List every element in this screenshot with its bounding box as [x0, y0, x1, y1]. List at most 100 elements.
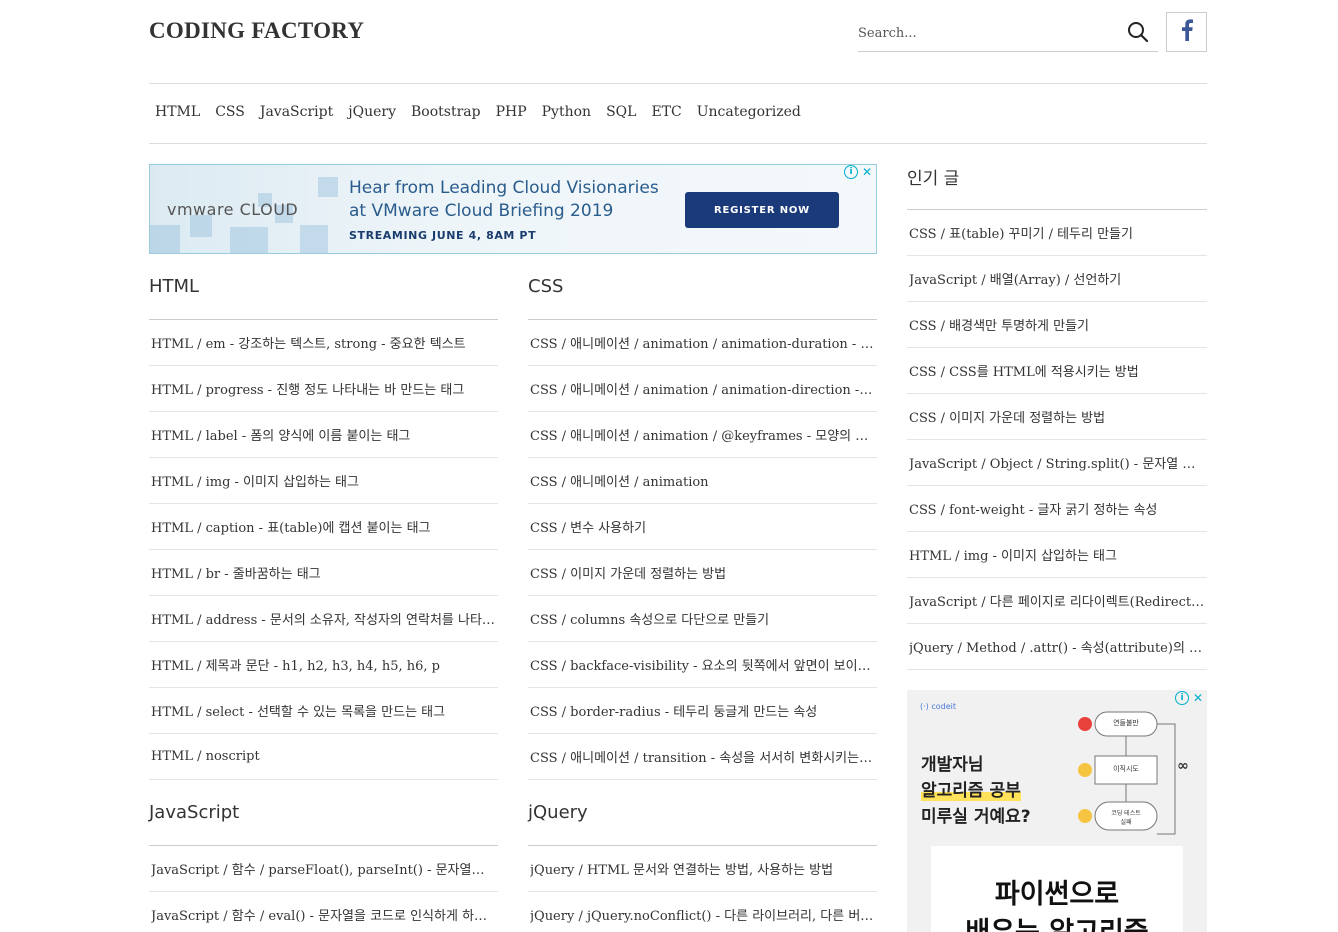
post-link[interactable]: HTML / caption - 표(table)에 캡션 붙이는 태그 [151, 517, 496, 536]
list-item: CSS / 이미지 가운데 정렬하는 방법 [528, 550, 877, 596]
list-item: CSS / 표(table) 꾸미기 / 테두리 만들기 [907, 210, 1207, 256]
post-link[interactable]: jQuery / jQuery.noConflict() - 다른 라이브러리,… [530, 905, 875, 924]
popular-post-link[interactable]: CSS / 배경색만 투명하게 만들기 [909, 315, 1205, 334]
list-item: HTML / em - 강조하는 텍스트, strong - 중요한 텍스트 [149, 320, 498, 366]
list-item: CSS / CSS를 HTML에 적용시키는 방법 [907, 348, 1207, 394]
section-html: HTML HTML / em - 강조하는 텍스트, strong - 중요한 … [149, 266, 498, 780]
list-item: CSS / 배경색만 투명하게 만들기 [907, 302, 1207, 348]
section-title[interactable]: JavaScript [149, 792, 498, 846]
nav-item-html[interactable]: HTML [149, 100, 206, 124]
nav-item-etc[interactable]: ETC [645, 100, 687, 124]
ad-card-line-2: 배우는 알고리즘 [931, 910, 1183, 932]
sidebar-ad[interactable]: (·) codeit i ✕ 개발자님 알고리즘 공부 미루실 거예요? 연들불… [907, 690, 1207, 932]
list-item: JavaScript / 다른 페이지로 리다이렉트(Redirect)하는 방… [907, 578, 1207, 624]
flow-step-1: 연들불만 [1113, 719, 1139, 727]
popular-post-link[interactable]: CSS / 이미지 가운데 정렬하는 방법 [909, 407, 1205, 426]
list-item: jQuery / Method / .attr() - 속성(attribute… [907, 624, 1207, 670]
list-item: HTML / img - 이미지 삽입하는 태그 [907, 532, 1207, 578]
list-item: jQuery / jQuery.noConflict() - 다른 라이브러리,… [528, 892, 877, 932]
ad-info-icon[interactable]: i [844, 165, 858, 179]
post-link[interactable]: CSS / 애니메이션 / animation / @keyframes - 모… [530, 425, 875, 444]
nav-item-javascript[interactable]: JavaScript [254, 100, 339, 124]
nav-divider [149, 143, 1207, 144]
list-item: CSS / 애니메이션 / transition - 속성을 서서히 변화시키는… [528, 734, 877, 780]
post-link[interactable]: HTML / em - 강조하는 텍스트, strong - 중요한 텍스트 [151, 333, 496, 352]
post-link[interactable]: JavaScript / 함수 / eval() - 문자열을 코드로 인식하게… [151, 905, 496, 924]
search-input[interactable] [858, 14, 1108, 48]
flow-step-2: 이직시도 [1113, 765, 1139, 773]
nav-item-uncategorized[interactable]: Uncategorized [691, 100, 807, 124]
ad-line-3: 미루실 거예요? [921, 807, 1031, 827]
section-javascript: JavaScript JavaScript / 함수 / parseFloat(… [149, 792, 498, 932]
list-item: CSS / 변수 사용하기 [528, 504, 877, 550]
vmware-logo: vmware CLOUD [167, 200, 299, 219]
nav-item-sql[interactable]: SQL [600, 100, 642, 124]
post-link[interactable]: CSS / 이미지 가운데 정렬하는 방법 [530, 563, 875, 582]
list-item: HTML / address - 문서의 소유자, 작성자의 연락처를 나타내는… [149, 596, 498, 642]
section-title[interactable]: HTML [149, 266, 498, 320]
post-link[interactable]: HTML / img - 이미지 삽입하는 태그 [151, 471, 496, 490]
post-link[interactable]: CSS / columns 속성으로 다단으로 만들기 [530, 609, 875, 628]
list-item: CSS / columns 속성으로 다단으로 만들기 [528, 596, 877, 642]
post-link[interactable]: HTML / address - 문서의 소유자, 작성자의 연락처를 나타내는… [151, 609, 496, 628]
list-item: CSS / 애니메이션 / animation [528, 458, 877, 504]
post-link[interactable]: CSS / 애니메이션 / transition - 속성을 서서히 변화시키는… [530, 747, 875, 766]
list-item: JavaScript / 배열(Array) / 선언하기 [907, 256, 1207, 302]
post-link[interactable]: CSS / border-radius - 테두리 둥글게 만드는 속성 [530, 701, 875, 720]
search-bar [858, 14, 1158, 52]
list-item: HTML / br - 줄바꿈하는 태그 [149, 550, 498, 596]
infinity-icon: ∞ [1177, 758, 1189, 774]
nav-item-jquery[interactable]: jQuery [342, 100, 402, 124]
popular-post-link[interactable]: CSS / CSS를 HTML에 적용시키는 방법 [909, 361, 1205, 380]
list-item: CSS / 이미지 가운데 정렬하는 방법 [907, 394, 1207, 440]
popular-post-link[interactable]: JavaScript / Object / String.split() - 문… [909, 453, 1205, 472]
main-nav: HTML CSS JavaScript jQuery Bootstrap PHP… [149, 100, 810, 124]
post-link[interactable]: HTML / noscript [151, 749, 496, 764]
nav-item-css[interactable]: CSS [209, 100, 251, 124]
post-link[interactable]: CSS / 변수 사용하기 [530, 517, 875, 536]
nav-item-python[interactable]: Python [536, 100, 597, 124]
popular-post-link[interactable]: CSS / font-weight - 글자 굵기 정하는 속성 [909, 499, 1205, 518]
header-divider [149, 83, 1207, 84]
search-icon[interactable] [1126, 20, 1150, 44]
ad-close-icon[interactable]: ✕ [860, 165, 874, 179]
facebook-button[interactable] [1166, 12, 1207, 52]
post-link[interactable]: HTML / label - 폼의 양식에 이름 붙이는 태그 [151, 425, 496, 444]
ad-card-line-1: 파이썬으로 [994, 879, 1120, 910]
flow-step-3b: 실패 [1120, 819, 1132, 826]
ad-banner[interactable]: vmware CLOUD Hear from Leading Cloud Vis… [149, 164, 877, 254]
section-title[interactable]: jQuery [528, 792, 877, 846]
post-link[interactable]: HTML / select - 선택할 수 있는 목록을 만드는 태그 [151, 701, 496, 720]
section-css: CSS CSS / 애니메이션 / animation / animation-… [528, 266, 877, 780]
post-link[interactable]: JavaScript / 함수 / parseFloat(), parseInt… [151, 859, 496, 878]
register-now-button[interactable]: REGISTER NOW [685, 192, 839, 228]
post-link[interactable]: CSS / 애니메이션 / animation / animation-dura… [530, 333, 875, 352]
popular-post-link[interactable]: jQuery / Method / .attr() - 속성(attribute… [909, 637, 1205, 656]
list-item: CSS / border-radius - 테두리 둥글게 만드는 속성 [528, 688, 877, 734]
post-link[interactable]: jQuery / HTML 문서와 연결하는 방법, 사용하는 방법 [530, 859, 875, 878]
ad-line-1: 개발자님 [921, 755, 984, 775]
popular-post-link[interactable]: JavaScript / 다른 페이지로 리다이렉트(Redirect)하는 방… [909, 591, 1205, 610]
codeit-logo: (·) codeit [920, 702, 956, 711]
popular-post-link[interactable]: CSS / 표(table) 꾸미기 / 테두리 만들기 [909, 223, 1205, 242]
section-title[interactable]: CSS [528, 266, 877, 320]
list-item: HTML / select - 선택할 수 있는 목록을 만드는 태그 [149, 688, 498, 734]
post-link[interactable]: HTML / 제목과 문단 - h1, h2, h3, h4, h5, h6, … [151, 655, 496, 674]
post-link[interactable]: CSS / 애니메이션 / animation / animation-dire… [530, 379, 875, 398]
widget-title: 인기 글 [907, 162, 1207, 210]
list-item: CSS / 애니메이션 / animation / @keyframes - 모… [528, 412, 877, 458]
ad-controls: i ✕ [844, 165, 874, 179]
site-title[interactable]: CODING FACTORY [149, 18, 364, 44]
post-link[interactable]: HTML / progress - 진행 정도 나타내는 바 만드는 태그 [151, 379, 496, 398]
popular-post-link[interactable]: HTML / img - 이미지 삽입하는 태그 [909, 545, 1205, 564]
list-item: CSS / font-weight - 글자 굵기 정하는 속성 [907, 486, 1207, 532]
nav-item-bootstrap[interactable]: Bootstrap [405, 100, 487, 124]
post-link[interactable]: CSS / backface-visibility - 요소의 뒷쪽에서 앞면이… [530, 655, 875, 674]
list-item: CSS / 애니메이션 / animation / animation-dura… [528, 320, 877, 366]
post-link[interactable]: HTML / br - 줄바꿈하는 태그 [151, 563, 496, 582]
post-link[interactable]: CSS / 애니메이션 / animation [530, 471, 875, 490]
nav-item-php[interactable]: PHP [490, 100, 533, 124]
list-item: HTML / 제목과 문단 - h1, h2, h3, h4, h5, h6, … [149, 642, 498, 688]
list-item: HTML / caption - 표(table)에 캡션 붙이는 태그 [149, 504, 498, 550]
popular-post-link[interactable]: JavaScript / 배열(Array) / 선언하기 [909, 269, 1205, 288]
